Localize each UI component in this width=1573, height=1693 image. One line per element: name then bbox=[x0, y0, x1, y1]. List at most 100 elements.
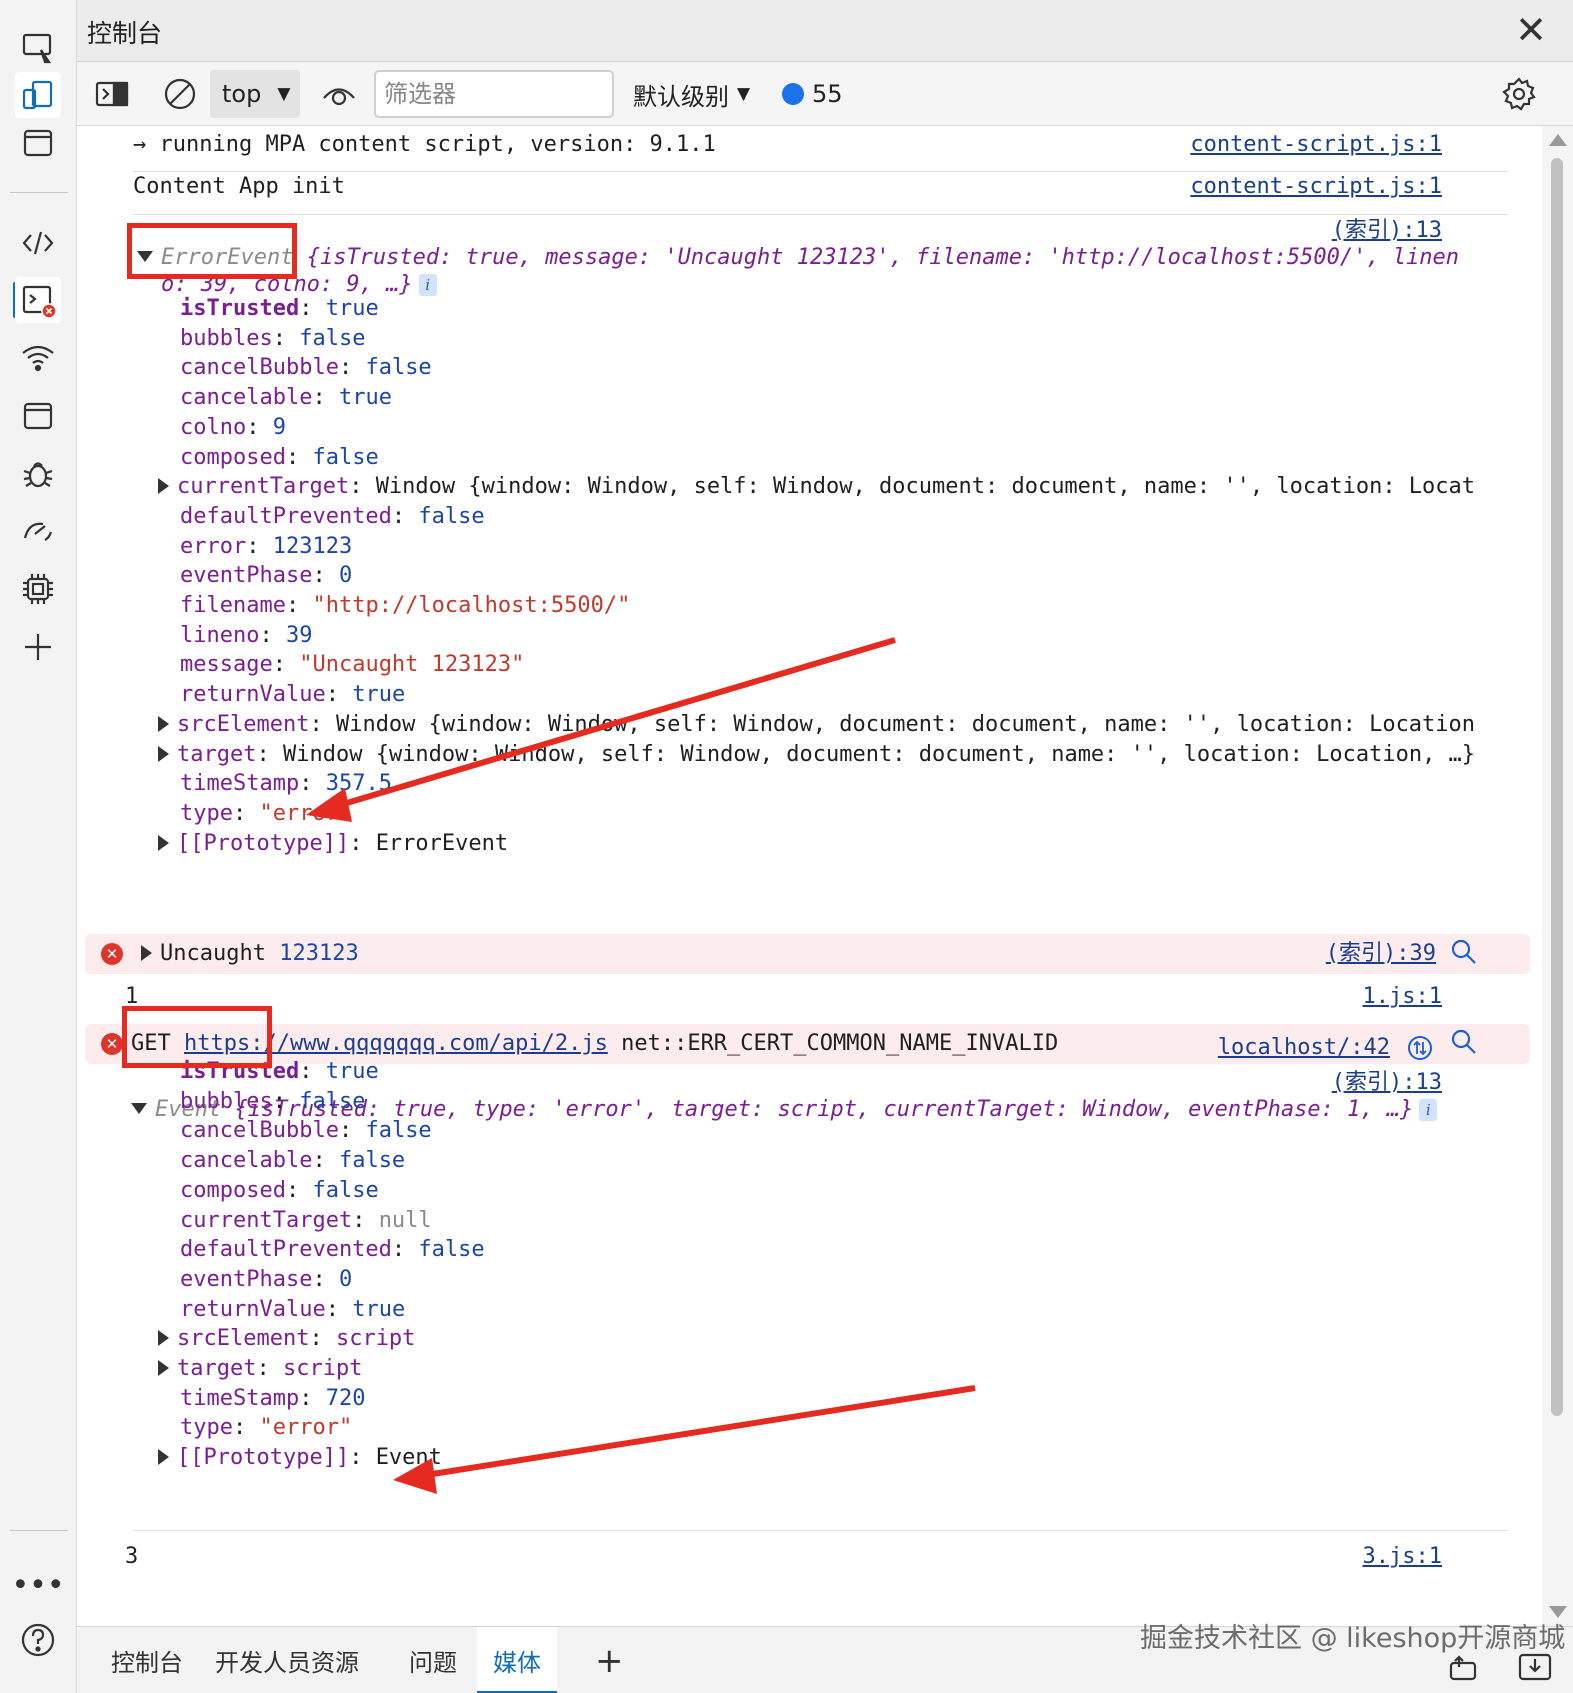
settings-gear-icon[interactable] bbox=[1495, 70, 1543, 118]
property-key: [[Prototype]] bbox=[177, 830, 350, 856]
property-row: filename: "http://localhost:5500/" bbox=[180, 593, 631, 618]
console-icon[interactable] bbox=[15, 277, 61, 323]
property-key: isTrusted bbox=[180, 296, 300, 321]
expand-triangle-icon[interactable] bbox=[158, 745, 169, 762]
welcome-icon[interactable] bbox=[15, 120, 61, 166]
property-key: eventPhase bbox=[180, 1266, 313, 1292]
property-row[interactable]: [[Prototype]]: Event bbox=[158, 1443, 442, 1473]
log-message: Content App init bbox=[133, 174, 345, 199]
property-value: 0 bbox=[338, 1266, 353, 1292]
source-link[interactable]: (索引):13 bbox=[1332, 1068, 1442, 1098]
property-key: cancelable bbox=[180, 1148, 313, 1174]
property-row[interactable]: target: script bbox=[158, 1354, 362, 1384]
property-value: true bbox=[325, 296, 379, 321]
object-preview: {isTrusted: true, message: 'Uncaught 123… bbox=[306, 245, 1460, 270]
property-row: error: 123123 bbox=[180, 533, 353, 559]
drawer-tab-issues[interactable]: 问题 bbox=[393, 1627, 473, 1693]
info-icon[interactable]: i bbox=[418, 274, 437, 296]
drawer-tab-developer-resources[interactable]: 开发人员资源 bbox=[199, 1627, 375, 1693]
property-key: cancelBubble bbox=[180, 1118, 339, 1144]
dock-bottom-icon[interactable] bbox=[1517, 1651, 1553, 1683]
memory-icon[interactable] bbox=[15, 566, 61, 612]
add-tab-plus-icon[interactable]: + bbox=[579, 1627, 640, 1693]
context-selector[interactable]: top ▼ bbox=[210, 70, 300, 118]
activity-sidebar: ••• bbox=[0, 0, 77, 1693]
property-value: true bbox=[325, 1059, 379, 1084]
scroll-thumb[interactable] bbox=[1551, 158, 1563, 1416]
source-link[interactable]: localhost/:42 bbox=[1218, 1033, 1390, 1063]
expand-triangle-icon[interactable] bbox=[158, 1330, 169, 1347]
expand-triangle-icon[interactable] bbox=[158, 1449, 169, 1466]
property-row: cancelable: false bbox=[180, 1148, 406, 1174]
device-emulation-icon[interactable] bbox=[15, 72, 61, 118]
property-row[interactable]: [[Prototype]]: ErrorEvent bbox=[158, 829, 508, 859]
clear-console-icon[interactable] bbox=[159, 70, 201, 118]
property-row: currentTarget: null bbox=[180, 1207, 432, 1233]
source-link[interactable]: content-script.js:1 bbox=[1190, 172, 1442, 202]
application-icon[interactable] bbox=[15, 393, 61, 439]
expand-triangle-icon[interactable] bbox=[141, 945, 152, 961]
source-link[interactable]: content-script.js:1 bbox=[1190, 130, 1442, 160]
console-toolbar: top ▼ 默认级别 ▼ 55 bbox=[77, 62, 1573, 126]
expand-triangle-icon[interactable] bbox=[131, 1103, 147, 1114]
expand-triangle-icon[interactable] bbox=[158, 478, 169, 495]
property-value: false bbox=[299, 1088, 366, 1114]
inspect-element-icon[interactable] bbox=[15, 24, 61, 70]
search-icon[interactable] bbox=[1450, 938, 1478, 966]
source-link[interactable]: (索引):13 bbox=[1332, 216, 1442, 246]
property-row: cancelBubble: false bbox=[180, 1118, 432, 1144]
error-message[interactable]: Uncaught 123123 bbox=[141, 939, 359, 969]
expand-triangle-icon[interactable] bbox=[158, 1360, 169, 1376]
property-key: cancelBubble bbox=[180, 355, 339, 381]
context-value: top bbox=[222, 80, 262, 108]
expand-triangle-icon[interactable] bbox=[158, 715, 169, 732]
property-value: "http://localhost:5500/" bbox=[312, 593, 631, 618]
info-icon[interactable]: i bbox=[1419, 1099, 1438, 1121]
performance-icon[interactable] bbox=[15, 508, 61, 554]
source-link[interactable]: 3.js:1 bbox=[1363, 1542, 1442, 1572]
source-link[interactable]: 1.js:1 bbox=[1363, 982, 1442, 1012]
close-icon[interactable]: ✕ bbox=[1511, 8, 1551, 52]
annotation-box bbox=[127, 223, 297, 279]
network-request-icon[interactable] bbox=[1406, 1034, 1434, 1062]
drawer-tab-media[interactable]: 媒体 bbox=[477, 1627, 557, 1693]
error-icon: ✕ bbox=[101, 943, 123, 965]
more-tools-plus-icon[interactable] bbox=[15, 624, 61, 670]
drawer-tab-console[interactable]: 控制台 bbox=[95, 1627, 199, 1693]
error-icon: ✕ bbox=[101, 1033, 123, 1055]
annotation-box bbox=[122, 1006, 272, 1068]
property-value: Event bbox=[375, 1445, 442, 1471]
property-row[interactable]: srcElement: script bbox=[158, 1324, 415, 1354]
toggle-sidebar-icon[interactable] bbox=[91, 70, 133, 118]
log-level-dropdown[interactable]: 默认级别 ▼ bbox=[633, 70, 750, 118]
property-row[interactable]: srcElement: Window {window: Window, self… bbox=[158, 710, 1475, 740]
property-row: isTrusted: true bbox=[180, 296, 379, 321]
message-count-badge[interactable]: 55 bbox=[782, 70, 843, 118]
property-value: 0 bbox=[338, 563, 353, 589]
search-icon[interactable] bbox=[1450, 1028, 1478, 1056]
object-summary[interactable]: ErrorEvent {isTrusted: true, message: 'U… bbox=[137, 243, 1459, 273]
panel-titlebar: 控制台 ✕ bbox=[77, 0, 1573, 62]
elements-icon[interactable] bbox=[15, 220, 61, 266]
filter-input[interactable] bbox=[374, 70, 614, 118]
help-icon[interactable] bbox=[15, 1617, 61, 1663]
network-icon[interactable] bbox=[15, 335, 61, 381]
scroll-up-icon[interactable] bbox=[1549, 134, 1567, 146]
property-value: Window {window: Window, self: Window, do… bbox=[335, 711, 1476, 737]
property-row[interactable]: target: Window {window: Window, self: Wi… bbox=[158, 740, 1475, 770]
property-value: script bbox=[335, 1326, 416, 1352]
property-key: message bbox=[180, 652, 273, 678]
more-icon[interactable]: ••• bbox=[11, 1562, 64, 1608]
error-row: ✕ Uncaught 123123 (索引):39 bbox=[85, 934, 1530, 974]
property-value: true bbox=[352, 682, 406, 708]
property-key: composed bbox=[180, 1177, 286, 1203]
live-expression-eye-icon[interactable] bbox=[317, 70, 361, 118]
sources-debug-icon[interactable] bbox=[15, 451, 61, 497]
undock-icon[interactable] bbox=[1447, 1653, 1481, 1683]
property-row[interactable]: currentTarget: Window {window: Window, s… bbox=[158, 472, 1475, 502]
vertical-scrollbar[interactable] bbox=[1542, 126, 1573, 1626]
property-key: returnValue bbox=[180, 682, 326, 708]
source-link[interactable]: (索引):39 bbox=[1326, 939, 1436, 969]
expand-triangle-icon[interactable] bbox=[158, 834, 169, 851]
property-value: 39 bbox=[285, 622, 313, 648]
